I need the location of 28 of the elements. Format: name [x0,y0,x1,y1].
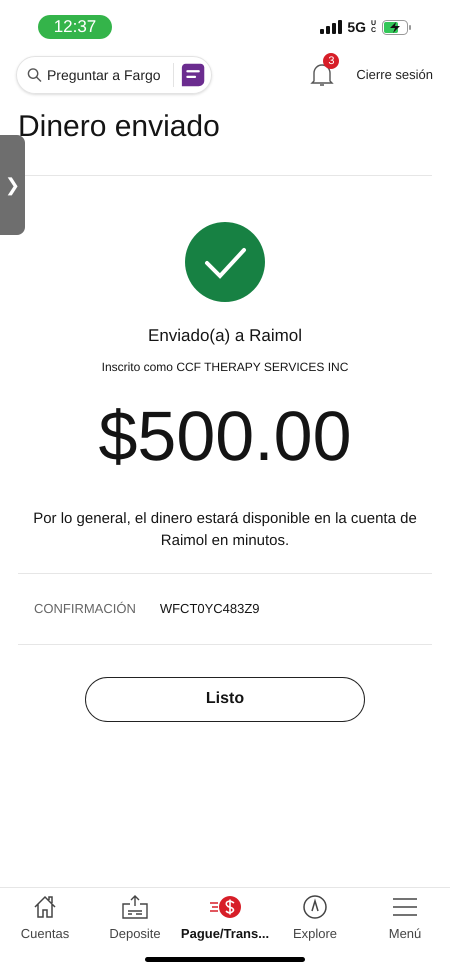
deposit-icon [121,894,149,920]
dollar-send-icon [208,894,242,920]
search-field[interactable]: Preguntar a Fargo [16,56,212,94]
confirmation-label: CONFIRMACIÓN [34,600,136,618]
enrolled-name: Inscrito como CCF THERAPY SERVICES INC [102,358,348,376]
tab-bar-item[interactable]: Explore [272,894,358,944]
done-button[interactable]: Listo [85,676,365,722]
logout-link[interactable]: Cierre sesión [356,65,433,85]
search-icon [27,67,42,83]
network-label: 5G [347,18,366,36]
recipient-text: Enviado(a) a Raimol [148,325,302,347]
search-input[interactable]: Preguntar a Fargo [46,64,167,86]
compass-icon [302,894,328,920]
battery-charging-icon [382,20,412,34]
tab-bar-item[interactable]: Menú [362,894,448,944]
checkmark-icon [185,222,265,302]
availability-note: Por lo general, el dinero estará disponible en la cuenta de Raimol en minutos. [32,508,418,550]
confirmation-number: WFCT0YC483Z9 [160,600,260,618]
house-icon [32,894,58,920]
tab-bar-item[interactable]: Pague/Trans... [182,894,268,944]
tab-bar-item[interactable]: Cuentas [2,894,88,944]
signal-icon [320,20,342,34]
amount: $500.00 [98,396,352,476]
notification-badge: 3 [323,53,340,69]
tab-bar-item[interactable]: Deposite [92,894,178,944]
status-time: 12:37 [38,15,112,39]
side-drawer-tab[interactable]: ❯ [0,135,25,235]
chat-icon[interactable] [180,61,206,89]
